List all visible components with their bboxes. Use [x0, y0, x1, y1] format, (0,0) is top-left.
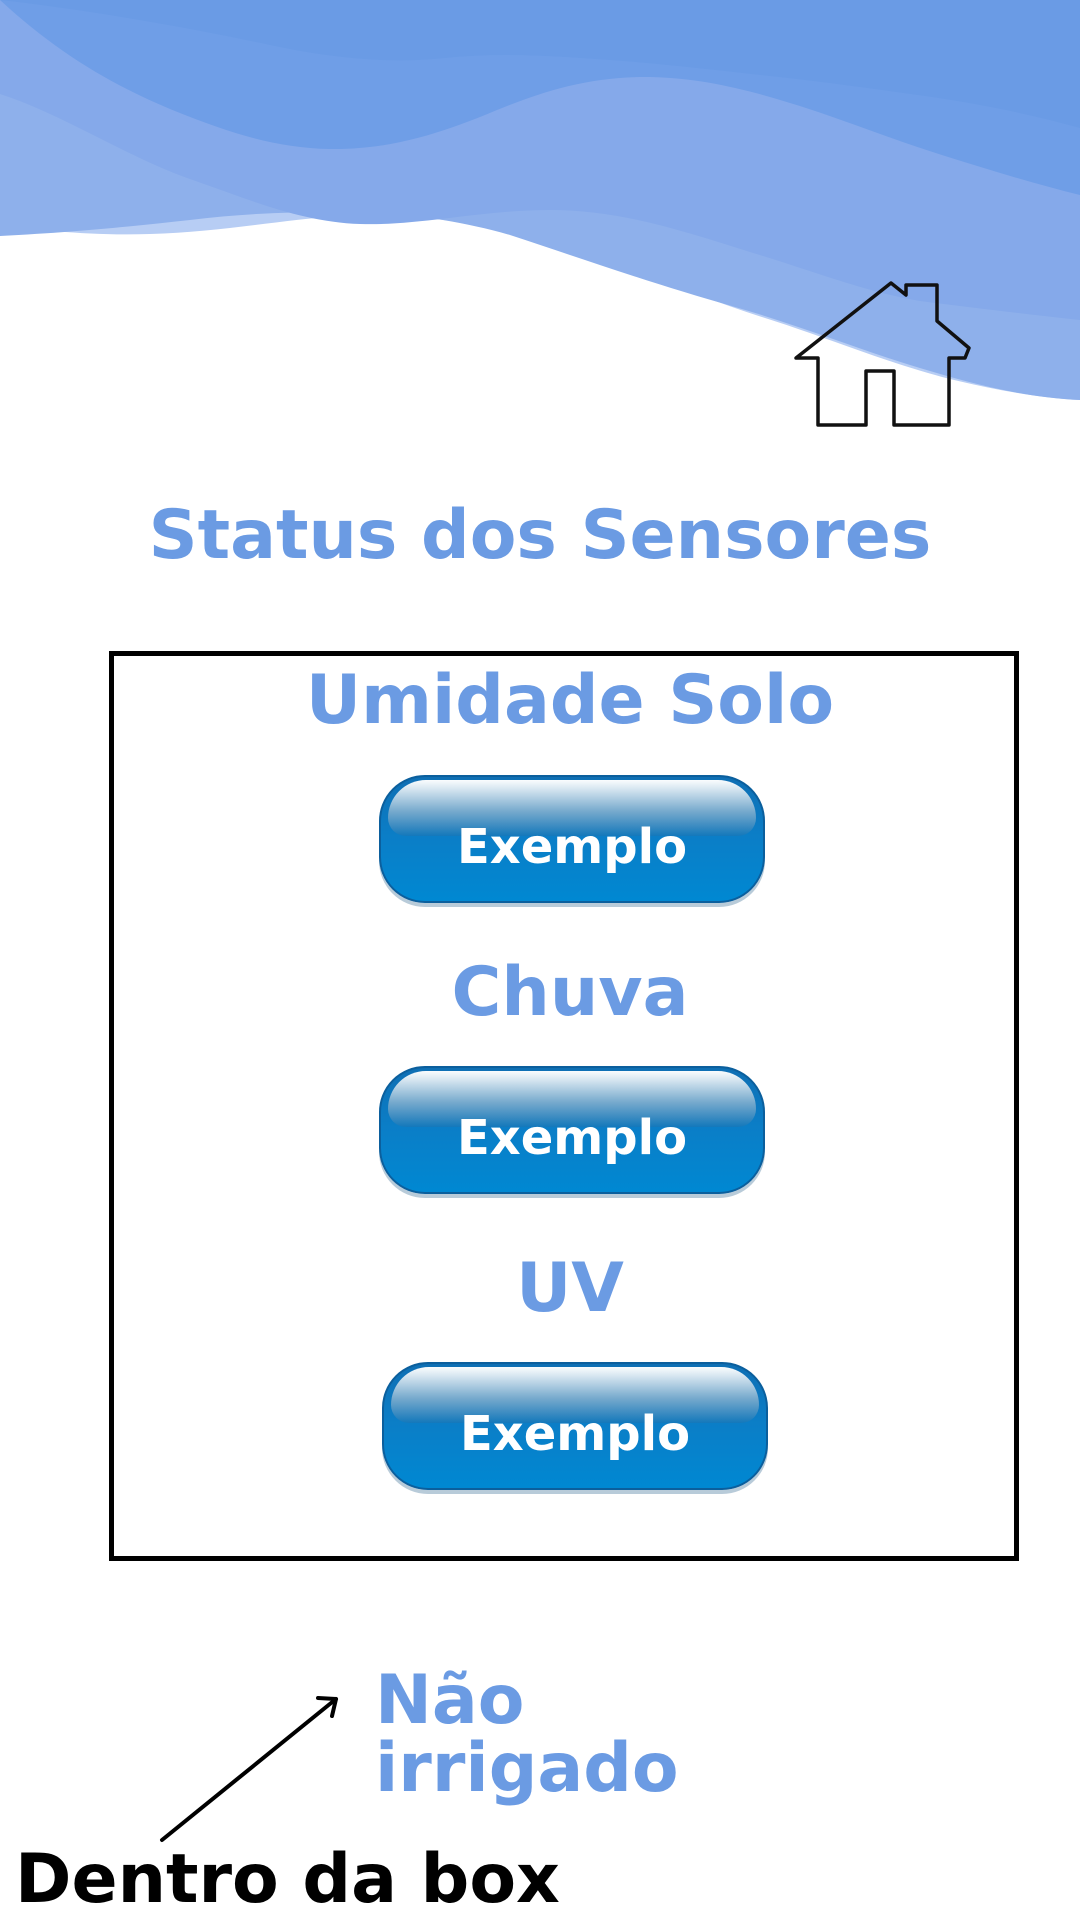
annotation-arrow-icon: [160, 1696, 338, 1842]
button-label: Exemplo: [459, 1406, 691, 1462]
uv-status-button[interactable]: Exemplo: [382, 1362, 768, 1490]
button-label: Exemplo: [456, 1110, 688, 1166]
soil-moisture-status-button[interactable]: Exemplo: [379, 775, 765, 903]
home-icon[interactable]: [790, 278, 974, 434]
sensor-status-screen: Status dos Sensores Umidade Solo Exemplo…: [0, 0, 1080, 1920]
sensor-label-rain: Chuva: [451, 953, 689, 1032]
irrigation-status: Não irrigado: [375, 1661, 679, 1808]
sensor-label-soil-moisture: Umidade Solo: [305, 661, 835, 740]
button-label: Exemplo: [456, 819, 688, 875]
annotation-note: Dentro da box: [15, 1840, 560, 1919]
rain-status-button[interactable]: Exemplo: [379, 1066, 765, 1194]
page-title: Status dos Sensores: [148, 496, 932, 575]
home-icon-graphic: [794, 281, 971, 427]
sensor-label-uv: UV: [516, 1249, 624, 1328]
